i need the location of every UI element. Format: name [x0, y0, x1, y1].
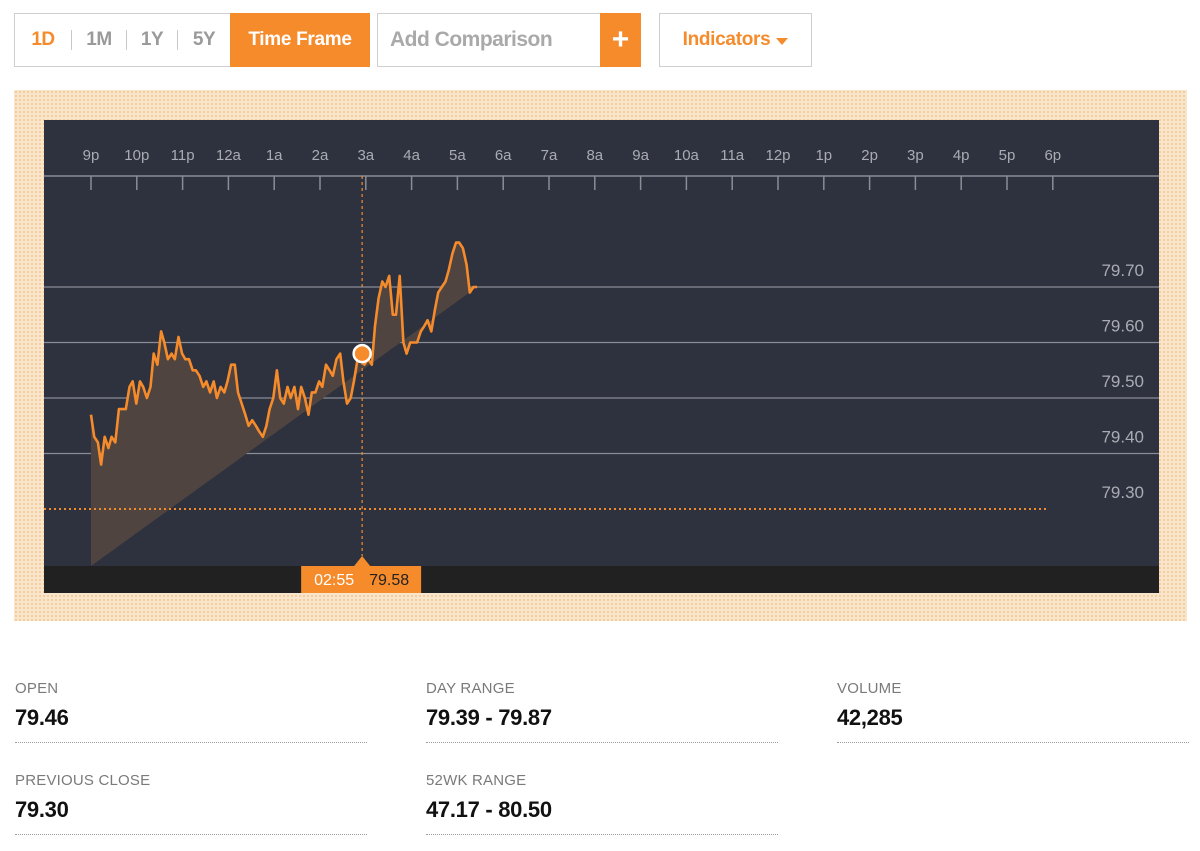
x-tick-label: 10p	[124, 147, 149, 164]
x-tick-label: 3p	[907, 147, 924, 164]
x-tick-label: 11p	[171, 147, 195, 164]
range-selector: 1D 1M 1Y 5Y Time Frame	[14, 13, 370, 67]
x-tick-label: 10a	[674, 147, 700, 164]
stat-divider	[837, 742, 1189, 743]
x-tick-label: 2a	[312, 147, 329, 164]
stat-label: DAY RANGE	[426, 680, 515, 697]
range-1y-button[interactable]: 1Y	[127, 14, 177, 66]
x-tick-label: 11a	[720, 147, 745, 164]
y-tick-label: 79.30	[1101, 483, 1144, 502]
range-1d-button[interactable]: 1D	[15, 14, 71, 66]
x-tick-label: 3a	[357, 147, 374, 164]
add-comparison-button[interactable]: +	[600, 13, 641, 67]
x-tick-label: 4a	[403, 147, 420, 164]
chart-toolbar: 1D 1M 1Y 5Y Time Frame + Indicators	[14, 13, 1200, 67]
x-tick-label: 1a	[266, 147, 283, 164]
stat-label: VOLUME	[837, 680, 902, 697]
y-tick-label: 79.50	[1101, 372, 1144, 391]
stat-value: 79.39 - 79.87	[426, 705, 552, 730]
stat-label: OPEN	[15, 680, 59, 697]
y-tick-label: 79.40	[1101, 428, 1144, 447]
stat-value: 79.30	[15, 797, 69, 822]
indicators-label: Indicators	[682, 29, 771, 50]
stat-previous-close: PREVIOUS CLOSE 79.30	[15, 772, 367, 835]
x-tick-label: 6p	[1044, 147, 1061, 164]
x-tick-label: 5a	[449, 147, 466, 164]
stat-value: 79.46	[15, 705, 69, 730]
time-scrubber-bar	[44, 566, 1159, 593]
x-tick-label: 4p	[953, 147, 970, 164]
x-tick-label: 12a	[216, 147, 242, 164]
price-chart[interactable]: 9p 10p 11p 12a 1a 2a 3a 4a 5a 6a 7a 8a 9a 10a 11a 12p 1p…	[44, 120, 1159, 593]
x-tick-label: 12p	[765, 147, 790, 164]
x-tick-label: 1p	[815, 147, 832, 164]
stat-label: 52WK RANGE	[426, 772, 527, 789]
time-frame-button[interactable]: Time Frame	[230, 13, 370, 67]
crosshair-time: 02:55	[314, 572, 354, 589]
stat-value: 42,285	[837, 705, 903, 730]
x-tick-label: 6a	[495, 147, 512, 164]
range-1m-button[interactable]: 1M	[72, 14, 126, 66]
range-5y-button[interactable]: 5Y	[178, 14, 230, 66]
stat-divider	[426, 742, 778, 743]
y-tick-label: 79.70	[1101, 261, 1144, 280]
caret-down-icon	[776, 37, 789, 45]
stat-volume: VOLUME 42,285	[837, 680, 1189, 743]
stat-open: OPEN 79.46	[15, 680, 367, 743]
stat-label: PREVIOUS CLOSE	[15, 772, 151, 789]
x-tick-label: 5p	[999, 147, 1016, 164]
stat-divider	[15, 834, 367, 835]
stat-52wk-range: 52WK RANGE 47.17 - 80.50	[426, 772, 778, 835]
plot-background	[44, 120, 1159, 593]
add-comparison-group: +	[377, 13, 641, 67]
stat-value: 47.17 - 80.50	[426, 797, 552, 822]
x-tick-label: 2p	[861, 147, 878, 164]
x-tick-label: 9a	[632, 147, 649, 164]
stat-divider	[426, 834, 778, 835]
stat-day-range: DAY RANGE 79.39 - 79.87	[426, 680, 778, 743]
x-tick-label: 9p	[83, 147, 100, 164]
x-tick-label: 8a	[586, 147, 603, 164]
add-comparison-input[interactable]	[378, 14, 598, 66]
crosshair-value: 79.58	[369, 572, 409, 589]
stat-divider	[15, 742, 367, 743]
y-tick-label: 79.60	[1101, 317, 1144, 336]
crosshair-dot	[352, 343, 372, 364]
x-tick-label: 7a	[541, 147, 558, 164]
indicators-dropdown[interactable]: Indicators	[659, 13, 812, 67]
